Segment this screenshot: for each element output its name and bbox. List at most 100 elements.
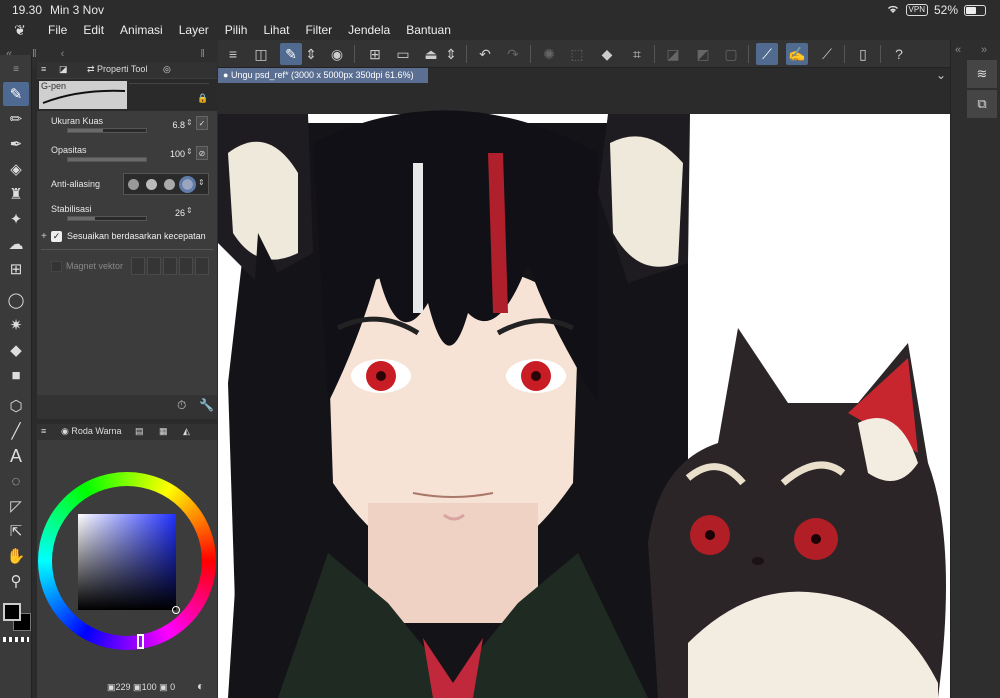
hand-tool-icon[interactable]: ✋ [3, 544, 29, 568]
canvas-area[interactable] [218, 83, 950, 698]
pencil-tool-icon[interactable]: ✏ [3, 107, 29, 131]
menu-select[interactable]: Pilih [217, 23, 256, 37]
app-logo-icon[interactable]: ❦ [0, 22, 40, 39]
tab-color-wheel[interactable]: ◉ Roda Warna [61, 426, 122, 437]
magic-wand-tool-icon[interactable]: ✷ [3, 313, 29, 337]
menu-filter[interactable]: Filter [297, 23, 340, 37]
brush-snap-icon[interactable]: ✍ [786, 43, 808, 65]
wrench-icon[interactable]: 🔧 [199, 398, 214, 412]
transparent-color-swatch[interactable] [3, 637, 29, 642]
saturation-value-square[interactable] [78, 514, 176, 610]
chevron-down-icon[interactable]: ⌄ [936, 68, 946, 82]
menu-icon[interactable]: ≡ [3, 57, 29, 81]
aa-medium-option[interactable] [164, 179, 175, 190]
tab-intermediate-color-icon[interactable]: ▦ [159, 426, 168, 437]
help-icon[interactable]: ? [888, 43, 910, 65]
chevron-updown-icon[interactable]: ⇕ [304, 43, 318, 65]
opacity-slider[interactable] [67, 157, 147, 162]
balloon-tool-icon[interactable]: ◌ [3, 469, 29, 493]
canvas-tab[interactable]: ● Ungu psd_ref* (3000 x 5000px 350dpi 61… [218, 68, 428, 83]
tab-sub-tool-icon[interactable]: ◎ [163, 64, 171, 75]
color-cursor[interactable] [172, 606, 180, 614]
loading-icon[interactable]: ✺ [538, 43, 560, 65]
chevron-left-icon[interactable]: ‹ [61, 48, 65, 60]
decoration-tool-icon[interactable]: ✦ [3, 207, 29, 231]
menu-window[interactable]: Jendela [340, 23, 398, 37]
expand-right-icon[interactable]: » [981, 44, 987, 56]
special-ruler-icon[interactable]: ⟋ [816, 43, 838, 65]
move-layer-tool-icon[interactable]: ⇱ [3, 519, 29, 543]
hamburger-menu-icon[interactable]: ≡ [222, 43, 244, 65]
undo-icon[interactable]: ↶ [474, 43, 496, 65]
opacity-toggle-button[interactable]: ⊘ [196, 146, 208, 160]
aa-weak-option[interactable] [146, 179, 157, 190]
quick-access-icon[interactable]: ✎ [280, 43, 302, 65]
eyedropper-tool-icon[interactable]: ⚲ [3, 569, 29, 593]
frame-tool-icon[interactable]: ◸ [3, 494, 29, 518]
transform-icon[interactable]: ⬚ [566, 43, 588, 65]
layers-icon[interactable]: ≋ [967, 60, 997, 88]
export-icon[interactable]: ⏏ [420, 43, 442, 65]
clear-selection-icon[interactable]: ◩ [692, 43, 714, 65]
collapse-right-icon[interactable]: « [955, 44, 961, 56]
brush-size-stepper-icon[interactable]: ⇕ [186, 118, 193, 127]
opacity-value[interactable]: 100 [155, 149, 185, 159]
ruler-snap-icon[interactable]: ⟋ [756, 43, 778, 65]
color-mode-icon[interactable]: ◐ [197, 679, 204, 693]
tab-color-set-icon[interactable]: ▤ [135, 426, 144, 437]
gradient-tool-icon[interactable]: ■ [3, 363, 29, 387]
frame-icon[interactable]: ▢ [720, 43, 742, 65]
open-folder-icon[interactable]: ▭ [392, 43, 414, 65]
lock-icon[interactable]: 🔒 [197, 93, 208, 104]
menu-help[interactable]: Bantuan [398, 23, 459, 37]
expand-plus-icon[interactable]: + [41, 231, 47, 242]
speed-adjust-checkbox[interactable]: ✓ [51, 231, 62, 242]
pen-tool-icon[interactable]: ✎ [3, 82, 29, 106]
aa-none-option[interactable] [128, 179, 139, 190]
foreground-color-swatch[interactable] [3, 603, 21, 621]
new-file-icon[interactable]: ⊞ [364, 43, 386, 65]
fill-tool-icon[interactable]: ◆ [3, 338, 29, 362]
line-tool-icon[interactable]: ╱ [3, 419, 29, 443]
stabilization-value[interactable]: 26 [155, 208, 185, 218]
clear-icon[interactable]: ◪ [662, 43, 684, 65]
chevron-updown-icon-2[interactable]: ⇕ [444, 43, 458, 65]
aa-strong-option[interactable] [179, 176, 196, 193]
menu-edit[interactable]: Edit [75, 23, 112, 37]
redo-icon[interactable]: ↷ [502, 43, 524, 65]
brush-size-value[interactable]: 6.8 [155, 120, 185, 130]
mesh-tool-icon[interactable]: ⊞ [3, 257, 29, 281]
brush-size-check-button[interactable]: ✓ [196, 116, 208, 130]
record-icon[interactable]: ◉ [326, 43, 348, 65]
menu-layer[interactable]: Layer [171, 23, 217, 37]
reset-icon[interactable]: ⏱ [177, 398, 186, 413]
blend-tool-icon[interactable]: ☁ [3, 232, 29, 256]
brush-tool-icon[interactable]: ✒ [3, 132, 29, 156]
tool-icon[interactable]: ◪ [59, 64, 68, 75]
menu-icon[interactable]: ≡ [41, 426, 46, 436]
opacity-stepper-icon[interactable]: ⇕ [186, 147, 193, 156]
crop-icon[interactable]: ⌗ [626, 43, 648, 65]
menu-animation[interactable]: Animasi [112, 23, 171, 37]
illustration[interactable] [218, 83, 950, 698]
menu-file[interactable]: File [40, 23, 75, 37]
fit-canvas-icon[interactable]: ◫ [250, 43, 272, 65]
tab-tool-property[interactable]: ⇄ Properti Tool [87, 64, 147, 75]
3d-object-tool-icon[interactable]: ⬡ [3, 394, 29, 418]
brush-size-slider[interactable] [67, 128, 147, 133]
hue-marker[interactable] [137, 634, 144, 649]
stabilization-stepper-icon[interactable]: ⇕ [186, 206, 193, 215]
airbrush-tool-icon[interactable]: ♜ [3, 182, 29, 206]
menu-icon[interactable]: ≡ [41, 64, 46, 74]
vector-magnet-checkbox[interactable] [51, 261, 62, 272]
layer-properties-icon[interactable]: ⧉ [967, 90, 997, 118]
aa-stepper-icon[interactable]: ⇕ [198, 178, 205, 187]
menu-view[interactable]: Lihat [255, 23, 297, 37]
eraser-tool-icon[interactable]: ◈ [3, 157, 29, 181]
fill-icon[interactable]: ◆ [596, 43, 618, 65]
vector-magnet-options[interactable] [131, 257, 209, 275]
tab-approx-color-icon[interactable]: ◭ [183, 426, 190, 437]
stabilization-slider[interactable] [67, 216, 147, 221]
text-tool-icon[interactable]: A [3, 444, 29, 468]
lasso-tool-icon[interactable]: ◯ [3, 288, 29, 312]
